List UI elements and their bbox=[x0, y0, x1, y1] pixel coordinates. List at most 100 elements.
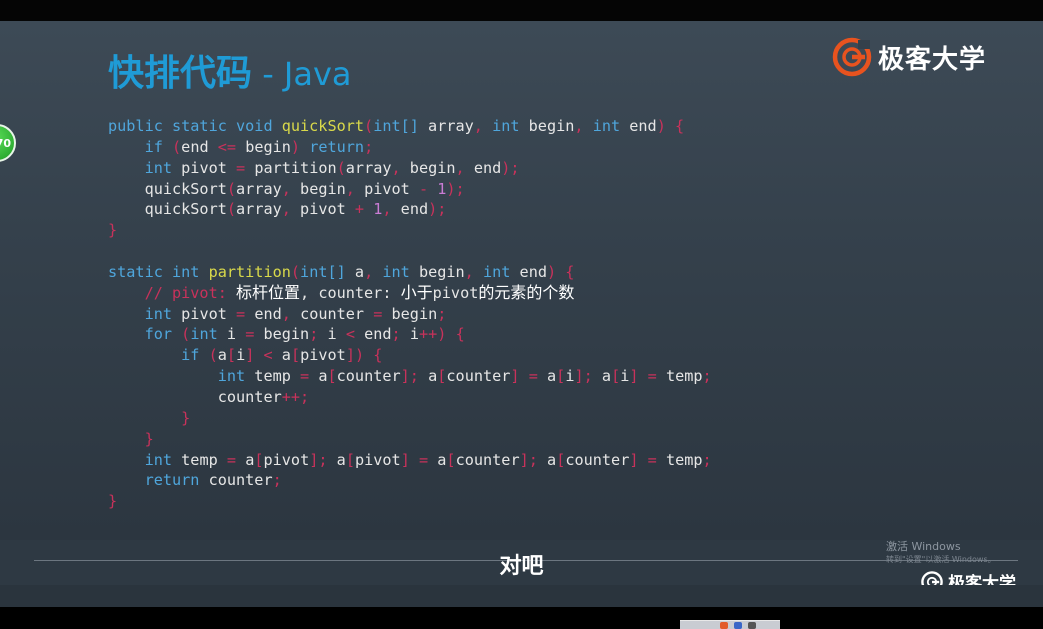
code-token: ] < bbox=[245, 346, 282, 365]
code-line: // pivot: 标杆位置, counter: 小于pivot的元素的个数 bbox=[108, 283, 712, 304]
code-token: a bbox=[345, 262, 365, 281]
code-token: end bbox=[354, 325, 392, 344]
code-line: int pivot = partition(array, begin, end)… bbox=[108, 158, 712, 179]
code-token: begin bbox=[300, 179, 346, 198]
code-token: a bbox=[309, 367, 328, 386]
code-token: = bbox=[373, 304, 383, 323]
code-token: ; bbox=[702, 450, 712, 469]
code-token: begin bbox=[254, 325, 310, 344]
code-token: <= bbox=[217, 137, 237, 156]
code-token: + bbox=[354, 200, 374, 219]
code-token: ( bbox=[336, 158, 346, 177]
code-token: ++) { bbox=[419, 325, 465, 344]
logo-text: 极客大学 bbox=[878, 44, 987, 75]
code-token: int bbox=[108, 367, 246, 386]
code-token: ; bbox=[364, 137, 374, 156]
code-token: ] = bbox=[400, 450, 438, 469]
code-token: [ bbox=[345, 450, 355, 469]
code-token: i bbox=[409, 325, 419, 344]
code-token: } bbox=[108, 429, 154, 448]
code-token: ( bbox=[226, 200, 237, 219]
code-line: return counter; bbox=[108, 470, 712, 491]
tray-network-icon[interactable] bbox=[734, 621, 742, 629]
code-line: static int partition(int[] a, int begin,… bbox=[108, 262, 712, 283]
code-token: 的元素的个数 bbox=[478, 282, 575, 302]
code-token: , bbox=[382, 200, 401, 219]
code-token: int bbox=[482, 262, 511, 281]
code-token: } bbox=[108, 221, 118, 240]
code-token: quickSort bbox=[108, 179, 227, 198]
code-token: , bbox=[281, 200, 301, 219]
code-token: int bbox=[190, 325, 218, 344]
code-line: int pivot = end, counter = begin; bbox=[108, 304, 712, 325]
code-line: } bbox=[108, 429, 712, 450]
code-token: ( bbox=[290, 262, 301, 281]
code-token: pivot bbox=[432, 283, 479, 302]
code-token: ++; bbox=[281, 387, 310, 406]
code-token: , bbox=[345, 179, 365, 198]
code-token: i bbox=[217, 325, 246, 344]
code-token: 1 bbox=[373, 200, 383, 219]
code-token: counter bbox=[565, 450, 630, 469]
code-token: end bbox=[473, 158, 502, 177]
code-token: // pivot: bbox=[108, 283, 237, 302]
code-line: } bbox=[108, 408, 712, 429]
code-token: ]; bbox=[309, 450, 337, 469]
code-token: begin bbox=[409, 262, 465, 281]
code-token: temp bbox=[172, 450, 227, 469]
code-token: pivot bbox=[354, 450, 401, 469]
code-token: ) { bbox=[546, 262, 575, 281]
code-token: ]) { bbox=[345, 346, 383, 365]
code-token: ; bbox=[272, 471, 282, 490]
windows-activation-notice: 激活 Windows 转到"设置"以激活 Windows。 bbox=[886, 540, 996, 566]
code-token: counter bbox=[199, 471, 273, 490]
code-token: int bbox=[108, 450, 173, 469]
code-token: a bbox=[281, 346, 291, 365]
code-token: ; bbox=[437, 304, 447, 323]
code-token: = bbox=[245, 325, 255, 344]
code-token: end bbox=[620, 117, 657, 135]
code-token: int bbox=[108, 304, 173, 323]
code-line: } bbox=[108, 220, 712, 241]
code-token: end bbox=[245, 304, 282, 323]
code-token: end bbox=[181, 137, 218, 156]
code-token: begin bbox=[236, 137, 291, 156]
tray-app-icon[interactable] bbox=[720, 621, 728, 629]
code-token: a bbox=[217, 346, 227, 365]
code-token: pivot bbox=[172, 158, 237, 177]
code-token: [ bbox=[327, 367, 337, 386]
code-token: = bbox=[236, 304, 246, 323]
code-token: if bbox=[108, 346, 209, 365]
tray-volume-icon[interactable] bbox=[748, 621, 756, 629]
code-token: pivot bbox=[300, 200, 355, 219]
code-token: pivot bbox=[263, 450, 310, 469]
code-token: int[] bbox=[373, 117, 419, 135]
code-token: array bbox=[236, 179, 282, 198]
code-token: , bbox=[574, 117, 593, 135]
code-token: for bbox=[108, 325, 182, 344]
code-token: ( bbox=[208, 346, 218, 365]
code-line: for (int i = begin; i < end; i++) { bbox=[108, 324, 712, 345]
code-token: - bbox=[418, 179, 438, 198]
code-token: ); bbox=[428, 200, 447, 219]
code-token: [ bbox=[611, 367, 621, 386]
code-token: = bbox=[300, 367, 310, 386]
code-token: array bbox=[418, 117, 474, 135]
code-token: 标杆位置 bbox=[236, 282, 301, 302]
code-token: static int bbox=[108, 262, 209, 281]
code-token: int bbox=[108, 158, 173, 177]
code-line: if (a[i] < a[pivot]) { bbox=[108, 345, 712, 366]
geekbang-logo: 极客大学 bbox=[832, 37, 986, 77]
code-token: int bbox=[382, 262, 410, 281]
code-token: , bbox=[391, 158, 410, 177]
code-token: array bbox=[345, 158, 392, 177]
code-line: counter++; bbox=[108, 387, 712, 408]
code-line: quickSort(array, pivot + 1, end); bbox=[108, 199, 712, 220]
code-token: counter bbox=[455, 450, 520, 469]
code-token: public static void bbox=[108, 117, 282, 135]
code-token: a bbox=[336, 450, 346, 469]
code-token: ) bbox=[290, 137, 310, 156]
code-token: int bbox=[592, 117, 621, 135]
code-token: = bbox=[236, 158, 246, 177]
taskbar-tray[interactable] bbox=[680, 620, 780, 629]
